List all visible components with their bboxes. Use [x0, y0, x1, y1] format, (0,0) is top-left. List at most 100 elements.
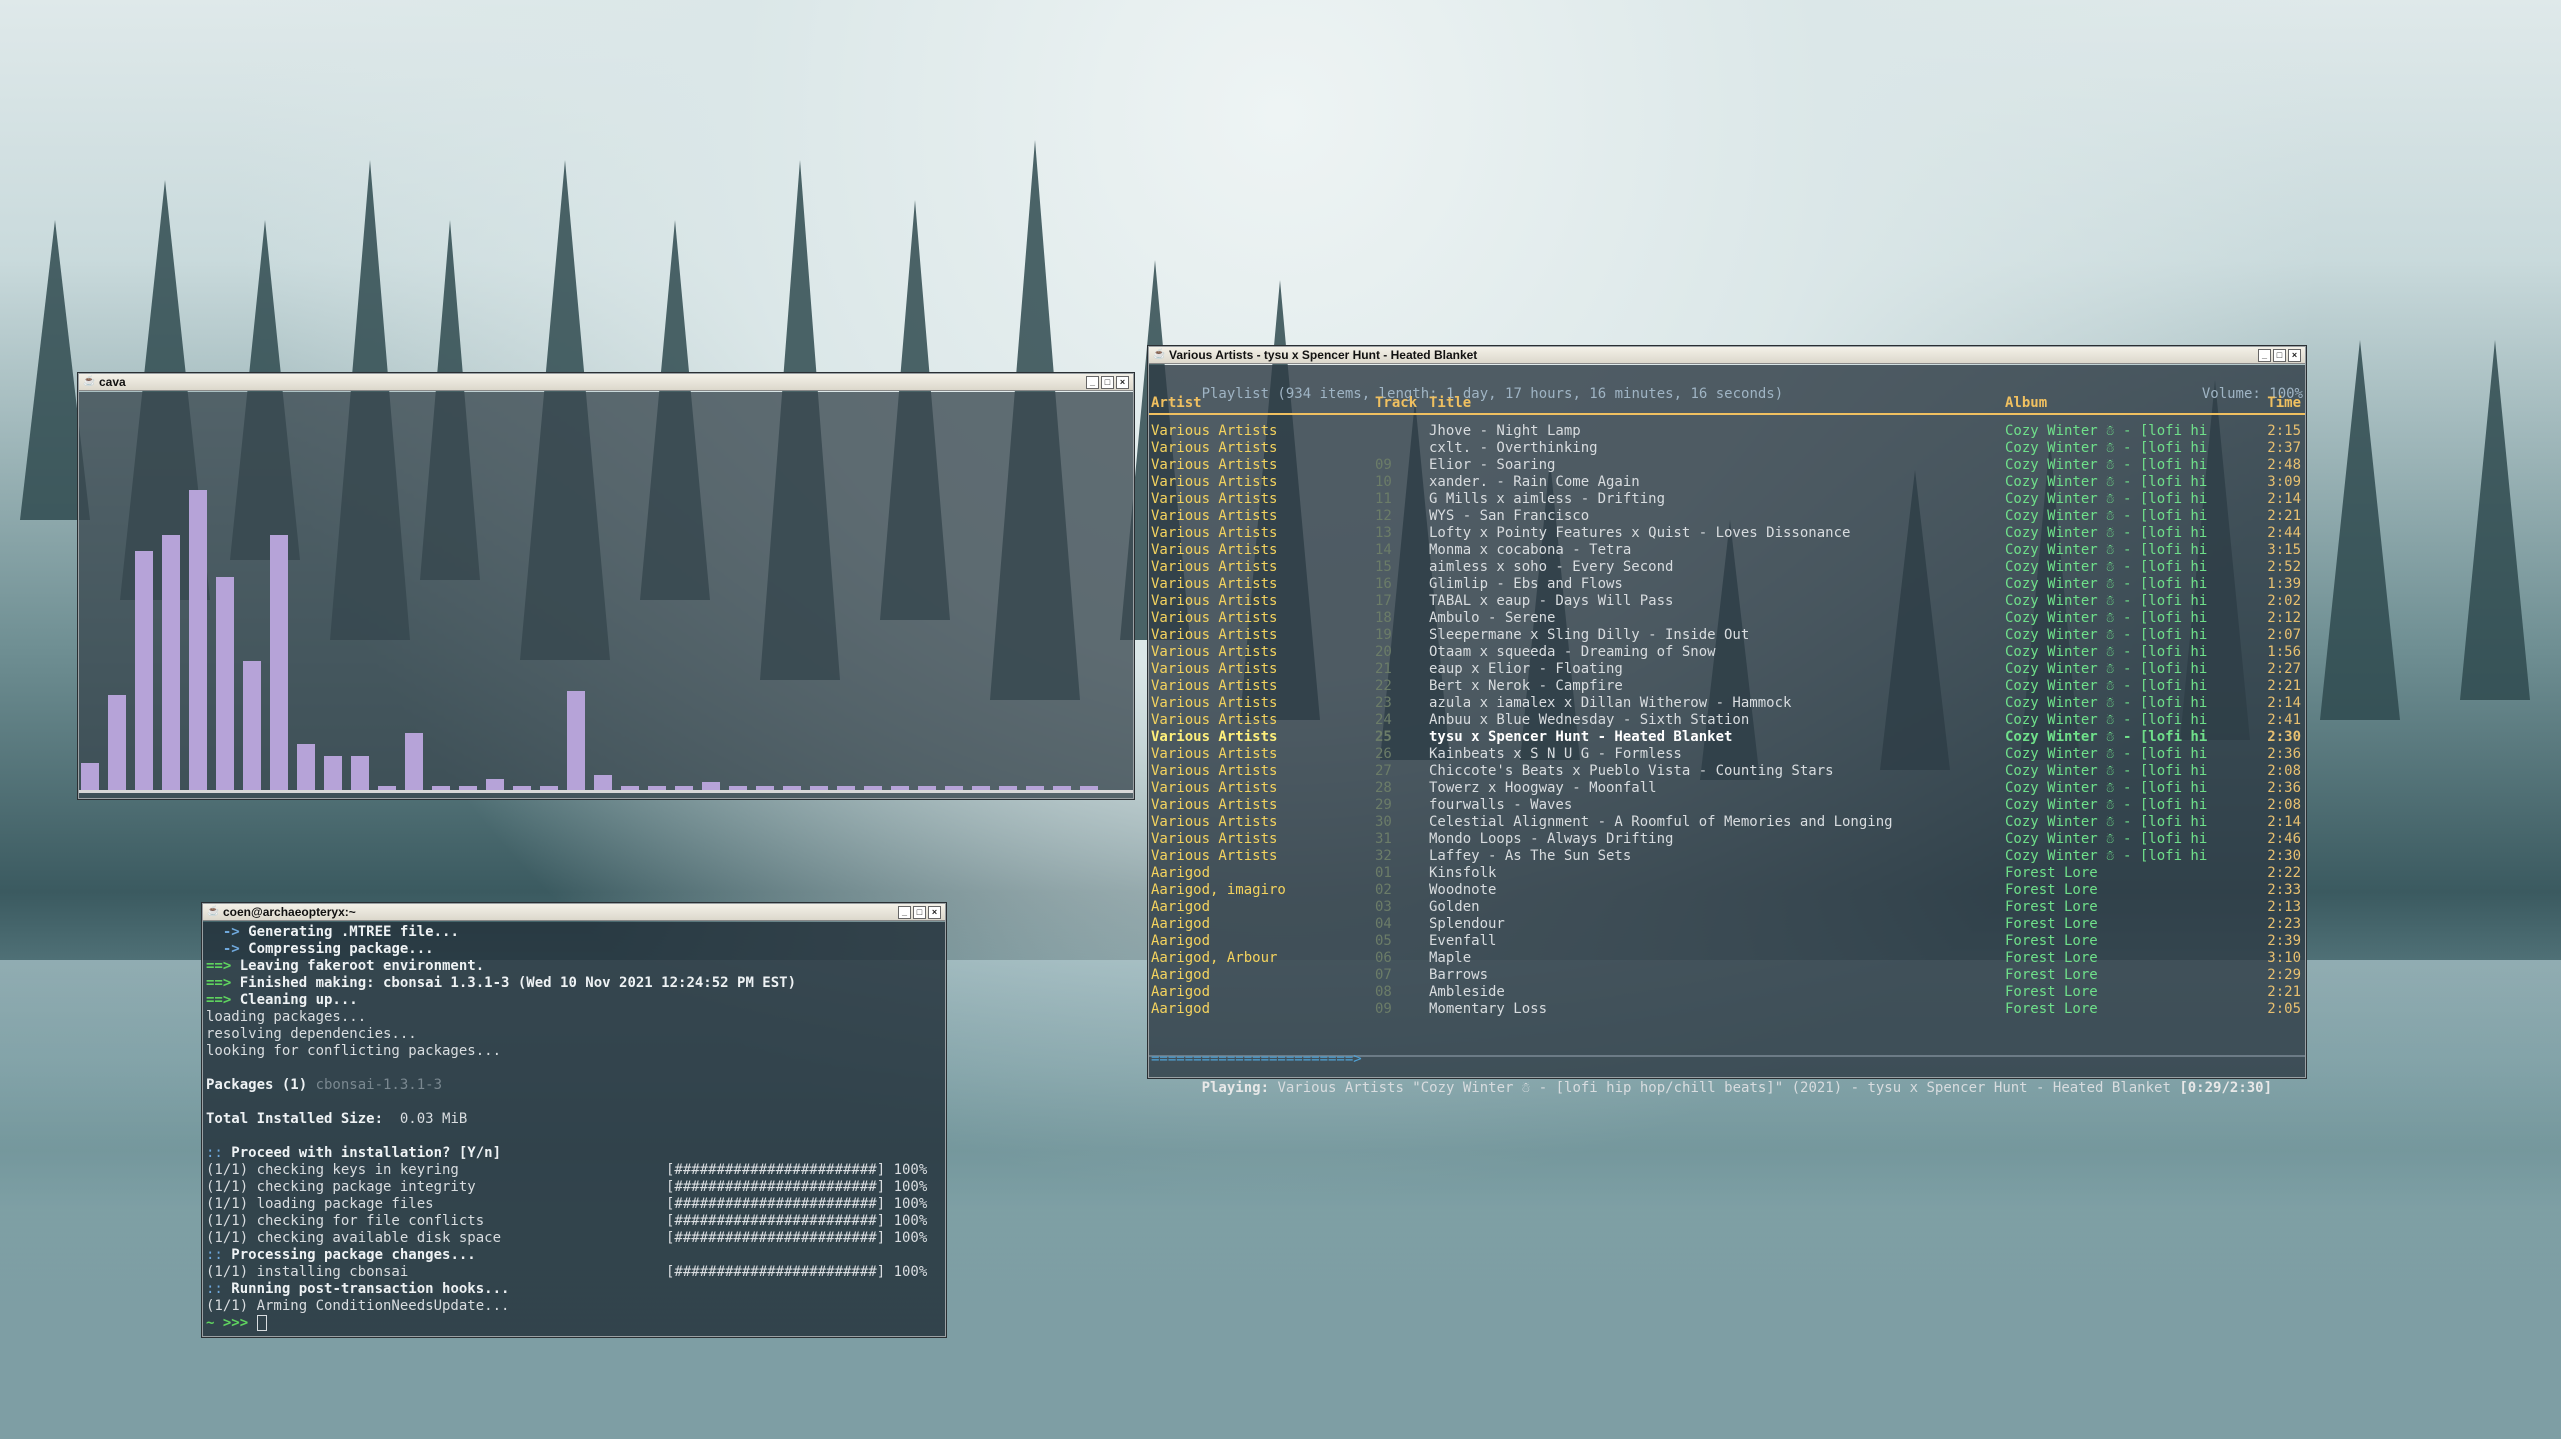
maximize-button[interactable]: □ — [2273, 348, 2286, 362]
terminal-icon: ☕ — [207, 906, 220, 917]
row-title: WYS - San Francisco — [1429, 508, 1590, 524]
maximize-button[interactable]: □ — [1101, 375, 1114, 389]
playlist-row[interactable]: Aarigod 01 Kinsfolk Forest Lore 2:22 — [1149, 865, 2305, 882]
player-titlebar[interactable]: ☕ Various Artists - tysu x Spencer Hunt … — [1149, 347, 2305, 364]
row-track: 22 — [1375, 678, 1392, 694]
playlist-row[interactable]: Various Artists 31 Mondo Loops - Always Dr… — [1149, 831, 2305, 848]
cava-titlebar[interactable]: ☕ cava _ □ × — [79, 374, 1133, 391]
playlist-row[interactable]: Various Artists 21 eaup x Elior - Floating… — [1149, 661, 2305, 678]
playlist-row[interactable]: Various Artists 32 Laffey - As The Sun Set… — [1149, 848, 2305, 865]
visualizer-bar — [243, 661, 261, 790]
playlist-row[interactable]: Various Artists 28 Towerz x Hoogway - Moon… — [1149, 780, 2305, 797]
row-artist: Various Artists — [1151, 814, 1278, 830]
playlist-row[interactable]: Aarigod 07 Barrows Forest Lore 2:29 — [1149, 967, 2305, 984]
row-track: 26 — [1375, 746, 1392, 762]
playlist-row[interactable]: Various Artists 22 Bert x Nerok - Campfire… — [1149, 678, 2305, 695]
row-album: Forest Lore — [2005, 984, 2098, 1000]
row-track: 01 — [1375, 865, 1392, 881]
playlist-row[interactable]: Various Artists 18 Ambulo - Serene Cozy Win… — [1149, 610, 2305, 627]
playlist-row[interactable]: Various Artists 15 aimless x soho - Every … — [1149, 559, 2305, 576]
terminal-line-text: Running post-transaction hooks... — [231, 1281, 510, 1297]
cursor[interactable] — [256, 1315, 267, 1331]
row-time: 2:02 — [2267, 593, 2301, 609]
playlist-row[interactable]: Various Artists 11 G Mills x aimless - Dri… — [1149, 491, 2305, 508]
visualizer-bar — [864, 786, 882, 790]
row-time: 2:30 — [2267, 848, 2301, 864]
minimize-button[interactable]: _ — [898, 905, 911, 919]
playlist-row[interactable]: Various Artists 10 xander. - Rain Come Aga… — [1149, 474, 2305, 491]
playlist-row[interactable]: Various Artists Jhove - Night Lamp Cozy Wi… — [1149, 423, 2305, 440]
visualizer-bar — [918, 786, 936, 790]
row-title: Lofty x Pointy Features x Quist - Loves … — [1429, 525, 1851, 541]
terminal-window[interactable]: ☕ coen@archaeopteryx:~ _ □ × -> Generati… — [202, 903, 946, 1337]
row-artist: Various Artists — [1151, 457, 1278, 473]
playlist-row[interactable]: Various Artists 12 WYS - San Francisco Cozy… — [1149, 508, 2305, 525]
terminal-line: (1/1) Arming ConditionNeedsUpdate... — [206, 1298, 942, 1315]
playlist-row[interactable]: Various Artists 14 Monma x cocabona - Tetr… — [1149, 542, 2305, 559]
close-button[interactable]: × — [2288, 348, 2301, 362]
playlist-row[interactable]: Various Artists 13 Lofty x Pointy Features… — [1149, 525, 2305, 542]
playlist-row[interactable]: Various Artists 27 Chiccote's Beats x Pueb… — [1149, 763, 2305, 780]
terminal-titlebar[interactable]: ☕ coen@archaeopteryx:~ _ □ × — [203, 904, 945, 921]
cava-window[interactable]: ☕ cava _ □ × — [78, 373, 1134, 799]
playlist-row[interactable]: Various Artists 24 Anbuu x Blue Wednesday … — [1149, 712, 2305, 729]
playlist-row[interactable]: Aarigod 04 Splendour Forest Lore 2:23 — [1149, 916, 2305, 933]
row-track: 06 — [1375, 950, 1392, 966]
row-time: 2:41 — [2267, 712, 2301, 728]
playlist-row[interactable]: Aarigod 03 Golden Forest Lore 2:13 — [1149, 899, 2305, 916]
row-album: Cozy Winter ☃ - [lofi hi — [2005, 814, 2208, 830]
column-time[interactable]: Time — [2235, 395, 2301, 411]
playlist-row[interactable]: Various Artists 20 Otaam x squeeda - Dream… — [1149, 644, 2305, 661]
playlist-row[interactable]: Various Artists 16 Glimlip - Ebs and Flows… — [1149, 576, 2305, 593]
visualizer-bar — [675, 786, 693, 790]
playlist-row[interactable]: Various Artists 23 azula x iamalex x Dilla… — [1149, 695, 2305, 712]
playlist-row[interactable]: Various Artists 17 TABAL x eaup - Days Wil… — [1149, 593, 2305, 610]
playlist-row[interactable]: Aarigod 09 Momentary Loss Forest Lore 2:05 — [1149, 1001, 2305, 1018]
row-time: 2:14 — [2267, 695, 2301, 711]
visualizer-bar — [486, 779, 504, 790]
playlist-row[interactable]: Various Artists 25 tysu x Spencer Hunt - H… — [1149, 729, 2305, 746]
row-time: 2:13 — [2267, 899, 2301, 915]
music-player-window[interactable]: ☕ Various Artists - tysu x Spencer Hunt … — [1148, 346, 2306, 1096]
row-track: 24 — [1375, 712, 1392, 728]
column-title[interactable]: Title — [1429, 395, 1471, 411]
column-track[interactable]: Track — [1375, 395, 1417, 411]
cava-visualizer — [79, 392, 1133, 798]
row-title: Towerz x Hoogway - Moonfall — [1429, 780, 1657, 796]
column-artist[interactable]: Artist — [1151, 395, 1202, 411]
row-time: 2:36 — [2267, 780, 2301, 796]
row-album: Cozy Winter ☃ - [lofi hi — [2005, 797, 2208, 813]
row-track: 02 — [1375, 882, 1392, 898]
playlist-row[interactable]: Various Artists 30 Celestial Alignment - A… — [1149, 814, 2305, 831]
row-time: 2:46 — [2267, 831, 2301, 847]
playlist-row[interactable]: Aarigod 08 Ambleside Forest Lore 2:21 — [1149, 984, 2305, 1001]
maximize-button[interactable]: □ — [913, 905, 926, 919]
row-album: Forest Lore — [2005, 933, 2098, 949]
playlist-row[interactable]: Aarigod, Arbour 06 Maple Forest Lore 3:10 — [1149, 950, 2305, 967]
playlist-row[interactable]: Various Artists cxlt. - Overthinking Cozy … — [1149, 440, 2305, 457]
minimize-button[interactable]: _ — [2258, 348, 2271, 362]
row-track: 18 — [1375, 610, 1392, 626]
terminal-line: :: Proceed with installation? [Y/n] — [206, 1145, 942, 1162]
playlist-row[interactable]: Various Artists 09 Elior - Soaring Cozy Win… — [1149, 457, 2305, 474]
row-album: Cozy Winter ☃ - [lofi hi — [2005, 593, 2208, 609]
playlist-row[interactable]: Aarigod, imagiro 02 Woodnote Forest Lore 2:3… — [1149, 882, 2305, 899]
column-album[interactable]: Album — [2005, 395, 2047, 411]
visualizer-bar — [378, 786, 396, 790]
close-button[interactable]: × — [928, 905, 941, 919]
row-track: 13 — [1375, 525, 1392, 541]
minimize-button[interactable]: _ — [1086, 375, 1099, 389]
playlist-row[interactable]: Various Artists 26 Kainbeats x S N U G - F… — [1149, 746, 2305, 763]
terminal-output[interactable]: -> Generating .MTREE file... -> Compress… — [203, 922, 945, 1336]
playlist-row[interactable]: Various Artists 29 fourwalls - Waves Cozy W… — [1149, 797, 2305, 814]
row-track: 23 — [1375, 695, 1392, 711]
playlist-row[interactable]: Aarigod 05 Evenfall Forest Lore 2:39 — [1149, 933, 2305, 950]
terminal-line: (1/1) checking for file conflicts [######… — [206, 1213, 942, 1230]
terminal-line: loading packages... — [206, 1009, 942, 1026]
visualizer-bar — [702, 782, 720, 790]
close-button[interactable]: × — [1116, 375, 1129, 389]
row-title: fourwalls - Waves — [1429, 797, 1573, 813]
playlist-row[interactable]: Various Artists 19 Sleepermane x Sling Dil… — [1149, 627, 2305, 644]
